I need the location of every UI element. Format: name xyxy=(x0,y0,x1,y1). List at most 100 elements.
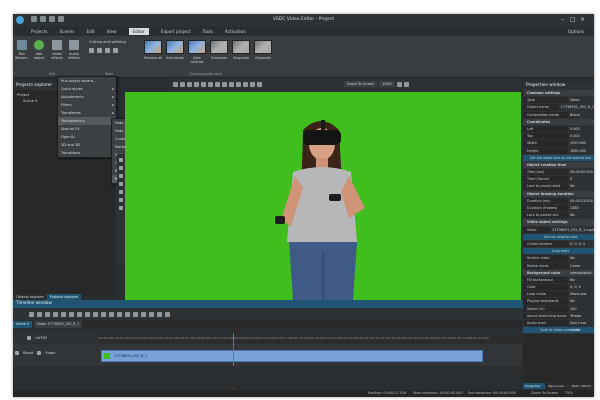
tab-scene[interactable]: Scene 0 xyxy=(13,321,32,328)
property-value[interactable]: No xyxy=(568,212,594,219)
stop-icon[interactable] xyxy=(61,311,66,317)
cut-icon[interactable] xyxy=(125,311,130,317)
property-value[interactable]: Don't use audio xyxy=(568,320,594,332)
zoom-select[interactable]: Zoom To Screen xyxy=(344,81,378,87)
minimize-icon[interactable]: – xyxy=(561,16,564,23)
flip-icon[interactable] xyxy=(105,48,110,53)
settings-icon[interactable] xyxy=(165,311,170,317)
tab-basic-effects[interactable]: Basic effects ... xyxy=(570,383,594,394)
property-value[interactable]: 0 xyxy=(568,176,594,183)
property-value[interactable]: No xyxy=(568,298,594,305)
run-wizard-button[interactable]: Run Wizard... xyxy=(15,40,30,60)
image-tool-icon[interactable] xyxy=(119,174,123,178)
quick-style-grayscale-1[interactable]: Grayscale xyxy=(209,40,229,60)
align-center-icon[interactable] xyxy=(201,81,206,87)
status-zoom-percent[interactable]: 75% xyxy=(565,390,573,397)
property-value[interactable]: 17736551_052_R_1 xyxy=(558,104,594,111)
menu-item-filters[interactable]: Filters ▸ xyxy=(58,101,116,109)
quick-style-grayscale-2[interactable]: Grayscale xyxy=(231,40,251,60)
shape-tool-icon[interactable] xyxy=(119,166,123,170)
property-value[interactable]: 1380 xyxy=(568,205,594,212)
next-frame-icon[interactable] xyxy=(93,311,98,317)
quick-style-grayscale-3[interactable]: Grayscale xyxy=(253,40,273,60)
menu-tools[interactable]: Tools xyxy=(203,29,213,34)
eye-icon[interactable] xyxy=(15,351,19,355)
close-icon[interactable]: × xyxy=(580,16,585,23)
property-value[interactable]: Tempo change xyxy=(568,312,594,325)
prev-frame-icon[interactable] xyxy=(85,311,90,317)
track-blend-mode[interactable]: Blend xyxy=(23,351,33,355)
property-value[interactable]: 0; 0; 0 xyxy=(568,284,594,291)
property-value[interactable]: 1920.000 xyxy=(568,140,594,147)
align-middle-icon[interactable] xyxy=(222,81,227,87)
menu-edit[interactable]: Edit xyxy=(86,29,94,34)
video-clip[interactable]: 17736551_052_R_1 xyxy=(101,350,483,362)
rotate-icon[interactable] xyxy=(97,48,102,53)
property-row[interactable]: Set the same size as the parent has xyxy=(523,154,594,162)
fullscreen-icon[interactable] xyxy=(396,81,402,87)
grid-icon[interactable] xyxy=(236,81,241,87)
tab-properties[interactable]: Properties w... xyxy=(523,383,546,394)
zoom-out-icon[interactable] xyxy=(149,311,154,317)
text-tool-icon[interactable] xyxy=(119,158,123,162)
snap-icon[interactable] xyxy=(243,81,248,87)
layer-up-icon[interactable] xyxy=(250,81,255,87)
move-icon[interactable] xyxy=(180,81,185,87)
menu-item-transitions[interactable]: Transitions▸ xyxy=(58,149,116,157)
property-value[interactable]: 0.000 xyxy=(568,125,594,133)
align-right-icon[interactable] xyxy=(208,81,213,87)
record-icon[interactable] xyxy=(29,311,34,317)
property-value[interactable]: Video xyxy=(568,97,594,104)
zoom-in-icon[interactable] xyxy=(141,311,146,317)
eye-icon[interactable] xyxy=(27,336,31,340)
video-effects-button[interactable]: Video effects xyxy=(50,40,64,60)
align-left-icon[interactable] xyxy=(194,81,199,87)
chart-tool-icon[interactable] xyxy=(119,198,123,202)
menu-item-run-wizard[interactable]: Run object wizard... xyxy=(58,77,116,85)
property-value[interactable]: 1080.000 xyxy=(568,147,594,154)
property-row[interactable]: Crop tools xyxy=(523,248,594,256)
layer-down-icon[interactable] xyxy=(257,81,262,87)
property-row[interactable]: Split to video and audio xyxy=(523,327,594,335)
maximize-icon[interactable]: □ xyxy=(570,16,576,23)
snapshot-icon[interactable] xyxy=(37,311,42,317)
menu-export-project[interactable]: Export project xyxy=(161,29,191,34)
rewind-icon[interactable] xyxy=(69,311,74,317)
split-icon[interactable] xyxy=(117,311,122,317)
property-value[interactable]: 100 xyxy=(568,305,594,312)
crop-icon[interactable] xyxy=(89,48,94,53)
select-icon[interactable] xyxy=(173,81,178,87)
menu-item-3d[interactable]: 3D and 3D▸ xyxy=(58,141,116,149)
property-value[interactable]: No xyxy=(568,183,594,190)
forward-icon[interactable] xyxy=(77,311,82,317)
menu-item-quick-styles[interactable]: Quick styles ▸ xyxy=(58,85,116,93)
align-top-icon[interactable] xyxy=(215,81,220,87)
menu-activation[interactable]: Activation xyxy=(225,29,246,34)
menu-projects[interactable]: Projects xyxy=(31,29,48,34)
property-value[interactable]: 0.000 xyxy=(568,133,594,140)
tab-resources[interactable]: Resources w... xyxy=(546,383,570,394)
property-value[interactable]: 17736551_052_R_1.mp4 xyxy=(549,226,594,233)
transform-icon[interactable] xyxy=(113,48,118,53)
property-value[interactable]: No xyxy=(568,255,594,262)
menu-editor[interactable]: Editor xyxy=(128,27,149,35)
tab-clip[interactable]: Video: 17736551_052_R_1 xyxy=(33,321,83,328)
property-value[interactable]: No xyxy=(568,276,594,284)
add-object-button[interactable]: Add object xyxy=(32,40,46,60)
subtitle-tool-icon[interactable] xyxy=(119,206,123,210)
property-row[interactable]: Set the original size xyxy=(523,233,594,241)
menu-item-transparency[interactable]: Transparency▸ xyxy=(58,117,116,125)
quick-style-auto-levels[interactable]: Auto levels xyxy=(165,40,185,60)
video-tool-icon[interactable] xyxy=(119,182,123,186)
preview-stage[interactable] xyxy=(125,92,521,300)
property-value[interactable]: Show last frame at the end xyxy=(568,291,594,311)
property-value[interactable]: 0; 0; 0; 0 xyxy=(568,240,594,248)
marker-icon[interactable] xyxy=(133,311,138,317)
menu-item-opengl[interactable]: OpenGL▸ xyxy=(58,133,116,141)
menu-item-adjustments[interactable]: Adjustments ▸ xyxy=(58,93,116,101)
rotate-icon[interactable] xyxy=(187,81,192,87)
timeline-ruler[interactable]: 00:00.000 00:01.000 00:02.000 00:03.000 … xyxy=(99,333,522,343)
property-value[interactable]: 00:00:00.000 xyxy=(568,169,594,176)
quick-style-auto-contrast[interactable]: Auto contrast xyxy=(187,40,207,64)
menu-item-special-fx[interactable]: Special FX▸ xyxy=(58,125,116,133)
